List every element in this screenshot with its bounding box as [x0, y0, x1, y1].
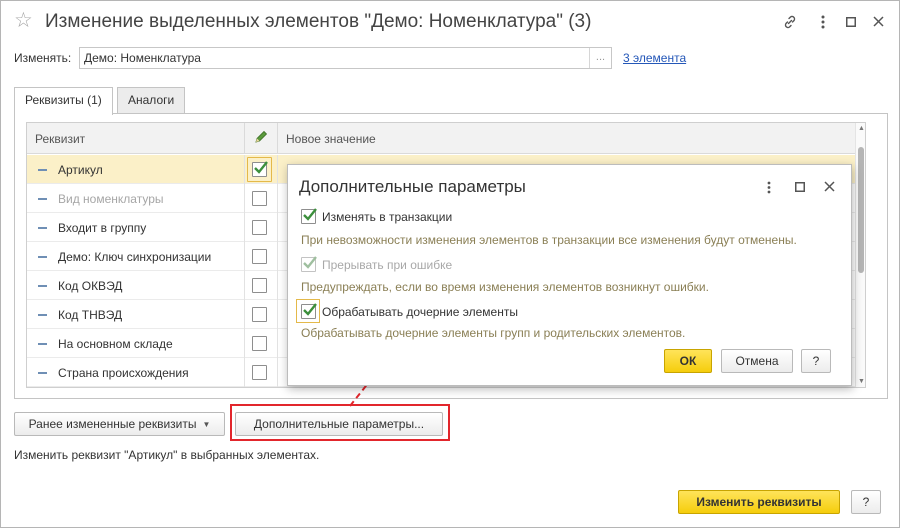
- process-children-label[interactable]: Обрабатывать дочерние элементы: [322, 305, 518, 319]
- more-icon[interactable]: [759, 177, 779, 197]
- process-children-checkbox[interactable]: [301, 303, 317, 319]
- edit-selected-items-window: ☆ Изменение выделенных элементов "Демо: …: [0, 0, 900, 528]
- interrupt-on-error-checkbox[interactable]: [301, 256, 317, 272]
- transaction-description: При невозможности изменения элементов в …: [301, 233, 797, 247]
- checkmark-icon: [303, 208, 317, 221]
- interrupt-on-error-label[interactable]: Прерывать при ошибке: [322, 258, 452, 272]
- dialog-title: Дополнительные параметры: [299, 177, 526, 196]
- tab-attributes[interactable]: Реквизиты (1): [14, 87, 113, 115]
- transaction-label[interactable]: Изменять в транзакции: [322, 210, 452, 224]
- checkmark-icon: [303, 303, 317, 316]
- checkmark-icon: [303, 256, 317, 269]
- additional-params-dialog: Дополнительные параметры Изменять в тран…: [287, 164, 852, 386]
- interrupt-on-error-description: Предупреждать, если во время изменения э…: [301, 280, 709, 294]
- ok-button[interactable]: ОК: [664, 349, 712, 373]
- ok-label: ОК: [679, 354, 697, 368]
- transaction-checkbox[interactable]: [301, 208, 317, 224]
- close-icon[interactable]: [819, 177, 839, 197]
- tab-attributes-label: Реквизиты (1): [25, 93, 102, 107]
- maximize-icon[interactable]: [790, 177, 810, 197]
- process-children-description: Обрабатывать дочерние элементы групп и р…: [301, 326, 686, 340]
- cancel-button[interactable]: Отмена: [721, 349, 793, 373]
- cancel-label: Отмена: [735, 354, 779, 368]
- dialog-help-button[interactable]: ?: [801, 349, 831, 373]
- dialog-help-label: ?: [812, 354, 820, 368]
